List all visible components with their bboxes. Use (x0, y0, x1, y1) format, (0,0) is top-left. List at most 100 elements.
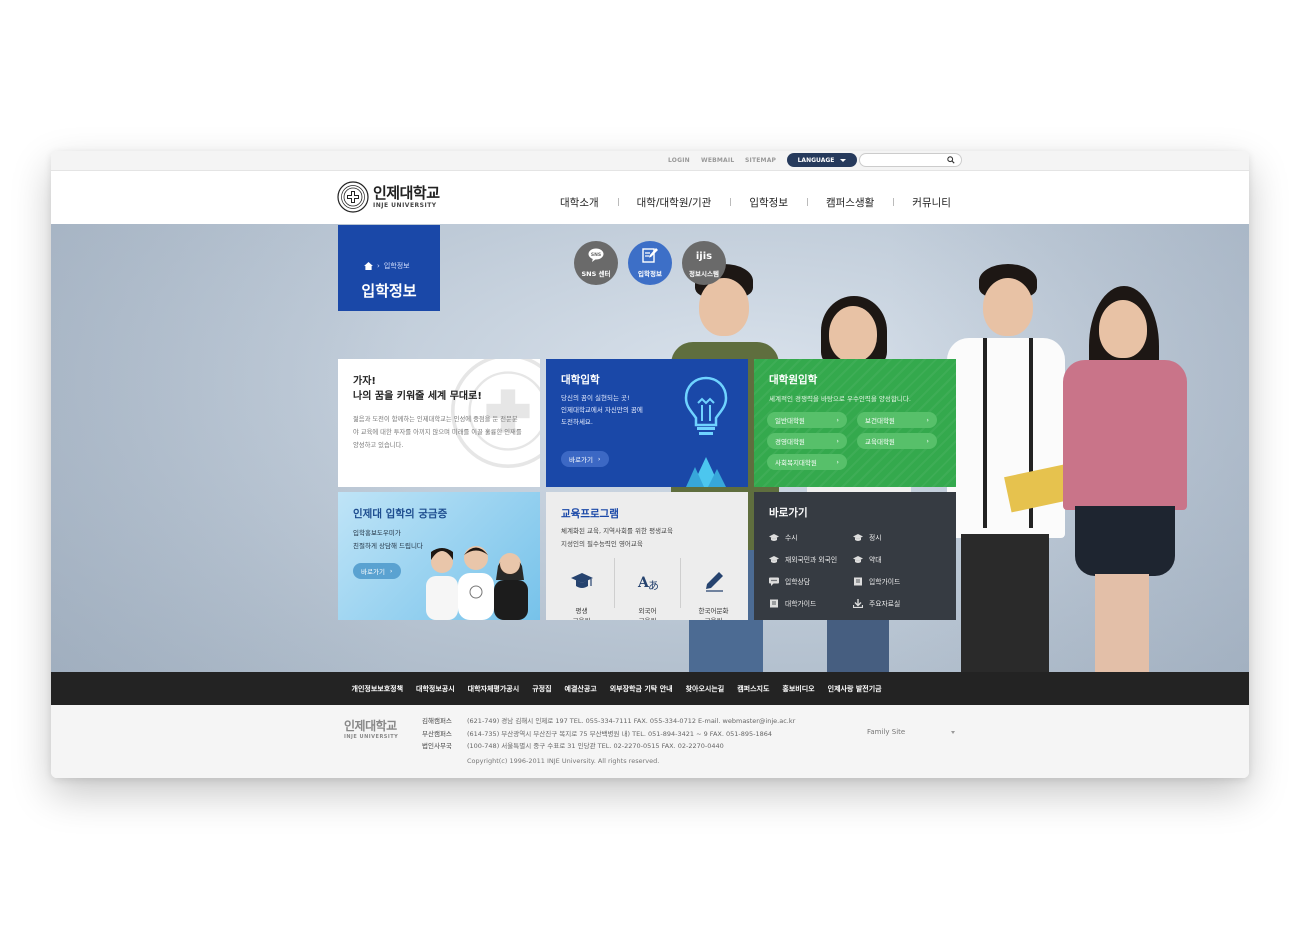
shortcut-link-counseling[interactable]: 입학상담 (769, 576, 810, 586)
faq-shortcut-button[interactable]: 바로가기 › (353, 563, 401, 579)
home-icon[interactable] (364, 262, 373, 270)
svg-text:SNS: SNS (591, 252, 601, 258)
shortcut-link-early[interactable]: 수시 (769, 532, 798, 542)
lifelong-education-link[interactable]: 평생 교육원 (548, 556, 615, 620)
undergrad-admission-card[interactable]: 대학입학 당신의 꿈이 실현되는 곳! 인제대학교에서 자신만의 꿈에 도전하세… (546, 359, 748, 487)
quick-admission-info[interactable]: 입학정보 (628, 241, 672, 285)
nav-colleges[interactable]: 대학/대학원/기관 (617, 195, 731, 210)
footer-link-scholarship[interactable]: 외부장학금 기탁 안내 (603, 684, 679, 694)
chevron-down-icon (951, 730, 955, 734)
footer-link-privacy[interactable]: 개인정보보호정책 (345, 684, 410, 694)
shortcut-link-university-guide[interactable]: 대학가이드 (769, 598, 816, 608)
business-graduate-button[interactable]: 경영대학원 › (767, 433, 847, 449)
faq-description: 입학홍보도우미가 친절하게 상담해 드립니다 (353, 529, 423, 550)
campus-row: 법인사무국 (100-748) 서울특별시 중구 수표로 31 인당관 TEL.… (422, 740, 795, 753)
korean-culture-education-link[interactable]: 한국어문화 교육원 (680, 556, 747, 620)
logo-name-ko: 인제대학교 (373, 184, 440, 202)
footer-link-campus-map[interactable]: 캠퍼스지도 (731, 684, 776, 694)
footer-link-development-fund[interactable]: 인제사랑 발전기금 (821, 684, 888, 694)
footer-logo: 인제대학교 INJE UNIVERSITY (344, 717, 398, 740)
language-label: LANGUAGE (797, 156, 835, 164)
education-graduate-button[interactable]: 교육대학원 › (857, 433, 937, 449)
login-link[interactable]: LOGIN (668, 157, 690, 164)
search-input[interactable] (866, 155, 944, 165)
social-welfare-graduate-button[interactable]: 사회복지대학원 › (767, 454, 847, 470)
nav-campus-life[interactable]: 캠퍼스생활 (806, 195, 893, 210)
button-label: 보건대학원 (865, 417, 895, 425)
admission-faq-card[interactable]: 인제대 입학의 궁금증 입학홍보도우미가 친절하게 상담해 드립니다 바로가기 … (338, 492, 540, 620)
shortcut-link-regular[interactable]: 정시 (853, 532, 882, 542)
campus-row: 부산캠퍼스 (614-735) 부산광역시 부산진구 복지로 75 부산백병원 … (422, 728, 795, 741)
footer-link-promo-video[interactable]: 홍보비디오 (776, 684, 821, 694)
search-box (859, 153, 962, 167)
footer-link-disclosure[interactable]: 대학정보공시 (410, 684, 462, 694)
footer-link-budget[interactable]: 예결산공고 (558, 684, 603, 694)
quick-label: SNS 센터 (581, 270, 611, 278)
footer-info: 인제대학교 INJE UNIVERSITY 김해캠퍼스 (621-749) 경남… (51, 705, 1249, 778)
shortcut-link-pharmacy[interactable]: 약대 (853, 554, 882, 564)
health-graduate-button[interactable]: 보건대학원 › (857, 412, 937, 428)
breadcrumb-separator: › (377, 262, 380, 270)
undergrad-shortcut-button[interactable]: 바로가기 › (561, 451, 609, 467)
webmail-link[interactable]: WEBMAIL (701, 157, 734, 164)
pen-icon (705, 572, 723, 592)
campus-row: 김해캠퍼스 (621-749) 경남 김해시 인제로 197 TEL. 055-… (422, 715, 795, 728)
family-site-select[interactable]: Family Site (863, 725, 959, 739)
svg-text:ijis: ijis (696, 251, 712, 262)
main-navigation: 대학소개 대학/대학원/기관 입학정보 캠퍼스생활 커뮤니티 (541, 195, 970, 210)
book-icon (854, 577, 862, 585)
campus-info: (621-749) 경남 김해시 인제로 197 TEL. 055-334-71… (467, 717, 796, 725)
footer-link-directions[interactable]: 찾아오시는길 (679, 684, 731, 694)
breadcrumb-current[interactable]: 입학정보 (384, 261, 410, 271)
graduate-description: 세계적인 경쟁력을 바탕으로 우수인력을 양성합니다. (769, 395, 911, 403)
chevron-right-icon: › (926, 416, 929, 424)
education-program-card: 교육프로그램 체계화된 교육, 지역사회를 위한 평생교육 지성인의 필수능력인… (546, 492, 748, 620)
language-dropdown[interactable]: LANGUAGE (787, 153, 857, 167)
university-seal-icon (337, 181, 369, 213)
page-title-badge: › 입학정보 입학정보 (338, 225, 440, 311)
button-label: 교육대학원 (865, 438, 895, 446)
quick-info-system[interactable]: ijis 정보시스템 (682, 241, 726, 285)
foreign-language-education-link[interactable]: A あ 외국어 교육원 (614, 556, 681, 620)
cap-icon (853, 555, 863, 563)
edu-title: 교육프로그램 (561, 508, 619, 520)
button-label: 경영대학원 (775, 438, 805, 446)
faq-title: 인제대 입학의 궁금증 (353, 508, 448, 520)
nav-admission[interactable]: 입학정보 (730, 195, 807, 210)
campus-info: (614-735) 부산광역시 부산진구 복지로 75 부산백병원 내) TEL… (467, 729, 773, 738)
campus-info: (100-748) 서울특별시 중구 수표로 31 인당관 TEL. 02-22… (467, 742, 724, 750)
shortcut-card: 바로가기 수시 정시 재외국민과 외국인 약대 입학상담 입학가이드 대학가이드… (754, 492, 956, 620)
footer-logo-en: INJE UNIVERSITY (344, 734, 399, 740)
browser-window: LOGIN WEBMAIL SITEMAP LANGUAGE 인제대학교 INJ… (51, 151, 1249, 778)
sitemap-link[interactable]: SITEMAP (745, 157, 776, 164)
nav-community[interactable]: 커뮤니티 (893, 195, 970, 210)
edu-item-label: 평생 교육원 (573, 607, 591, 620)
shortcut-link-overseas[interactable]: 재외국민과 외국인 (769, 554, 837, 564)
button-label: 일반대학원 (775, 417, 805, 425)
footer-link-regulations[interactable]: 규정집 (526, 684, 558, 694)
shortcut-link-resources[interactable]: 주요자료실 (853, 598, 900, 608)
download-icon (853, 598, 863, 608)
undergrad-description: 당신의 꿈이 실현되는 곳! 인제대학교에서 자신만의 꿈에 도전하세요. (561, 394, 643, 426)
search-icon[interactable] (947, 156, 955, 164)
nav-about[interactable]: 대학소개 (541, 195, 618, 210)
chevron-right-icon: › (597, 455, 601, 463)
chevron-right-icon: › (836, 458, 839, 466)
campus-addresses: 김해캠퍼스 (621-749) 경남 김해시 인제로 197 TEL. 055-… (422, 715, 795, 753)
ijis-icon: ijis (696, 251, 712, 262)
site-logo[interactable]: 인제대학교 INJE UNIVERSITY (337, 181, 440, 213)
edu-description: 체계화된 교육, 지역사회를 위한 평생교육 지성인의 필수능력인 영어교육 (561, 527, 673, 548)
quick-label: 입학정보 (638, 270, 662, 278)
chevron-right-icon: › (926, 437, 929, 445)
language-icon: A あ (637, 575, 659, 592)
family-site-label: Family Site (867, 728, 906, 736)
svg-text:あ: あ (648, 579, 659, 592)
intro-description: 젊음과 도전이 함께하는 인제대학교는 인성에 중점을 둔 전문분야 교육에 대… (353, 416, 522, 449)
chevron-right-icon: › (389, 567, 393, 575)
general-graduate-button[interactable]: 일반대학원 › (767, 412, 847, 428)
footer-link-self-evaluation[interactable]: 대학자체평가공시 (461, 684, 526, 694)
campus-name: 법인사무국 (422, 742, 452, 750)
shortcut-link-admission-guide[interactable]: 입학가이드 (853, 576, 900, 586)
quick-sns-center[interactable]: SNS SNS 센터 (574, 241, 618, 285)
book-icon (770, 599, 778, 607)
